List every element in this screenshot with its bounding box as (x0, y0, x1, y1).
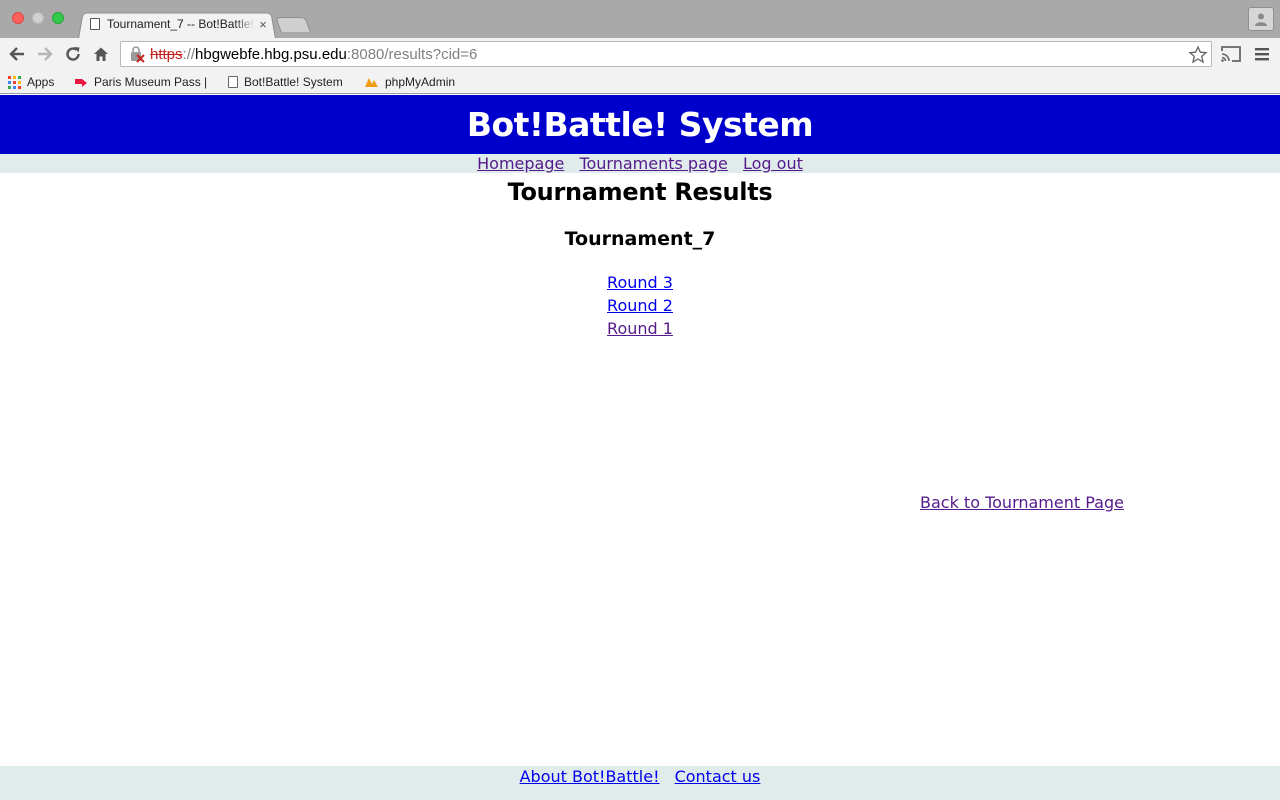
forward-button[interactable] (33, 42, 57, 66)
url-path: :8080/results?cid=6 (346, 45, 478, 63)
page-title: Tournament Results (507, 178, 773, 206)
tab-title: Tournament_7 -- Bot!Battle! System (107, 17, 256, 31)
phpmyadmin-icon (365, 78, 378, 87)
contact-link[interactable]: Contact us (675, 767, 761, 786)
browser-tab[interactable]: Tournament_7 -- Bot!Battle! System × (88, 12, 270, 36)
nav-tournaments-link[interactable]: Tournaments page (579, 154, 727, 173)
window-minimize-button[interactable] (32, 12, 44, 24)
arrow-left-icon (9, 47, 24, 61)
bookmark-label: Bot!Battle! System (244, 75, 343, 89)
window-maximize-button[interactable] (52, 12, 64, 24)
broken-lock-icon (131, 46, 145, 63)
bookmark-label: phpMyAdmin (385, 75, 456, 89)
url-host: hbgwebfe.hbg.psu.edu (195, 45, 347, 63)
url-separator: :// (182, 45, 196, 63)
profile-button[interactable] (1248, 7, 1274, 31)
bookmark-botbattle-system[interactable]: Bot!Battle! System (228, 74, 343, 90)
bookmark-star-icon[interactable] (1188, 45, 1208, 65)
round-3-link[interactable]: Round 3 (600, 271, 680, 294)
page-icon (90, 18, 100, 30)
round-1-link[interactable]: Round 1 (600, 317, 680, 340)
bookmarks-bar: Apps Paris Museum Pass | Bot!Battle! Sys… (0, 70, 1280, 94)
round-2-link[interactable]: Round 2 (600, 294, 680, 317)
nav-logout-link[interactable]: Log out (743, 154, 803, 173)
browser-toolbar: https://hbgwebfe.hbg.psu.edu:8080/result… (0, 38, 1280, 70)
home-button[interactable] (89, 42, 113, 66)
url-scheme: https (150, 45, 183, 63)
bookmark-phpmyadmin[interactable]: phpMyAdmin (364, 74, 455, 90)
site-footer: About Bot!Battle! Contact us (0, 766, 1280, 800)
site-header: Bot!Battle! System (0, 95, 1280, 154)
arrow-right-icon (38, 47, 53, 61)
paris-museum-pass-icon (75, 79, 87, 87)
reload-button[interactable] (61, 42, 85, 66)
address-bar[interactable]: https://hbgwebfe.hbg.psu.edu:8080/result… (120, 41, 1212, 67)
menu-icon[interactable] (1254, 44, 1270, 64)
bookmark-paris-museum-pass[interactable]: Paris Museum Pass | (74, 74, 207, 90)
apps-grid-icon (8, 75, 21, 89)
back-to-tournament-link[interactable]: Back to Tournament Page (920, 493, 1124, 512)
bookmark-label: Apps (27, 75, 55, 89)
round-list: Round 3 Round 2 Round 1 (0, 271, 1280, 340)
tab-close-icon[interactable]: × (256, 17, 270, 32)
new-tab-button[interactable] (275, 17, 311, 32)
home-icon (94, 47, 108, 61)
back-button[interactable] (5, 42, 29, 66)
site-title: Bot!Battle! System (466, 105, 814, 144)
browser-titlebar: Tournament_7 -- Bot!Battle! System × (0, 0, 1280, 39)
site-nav: Homepage Tournaments page Log out (0, 154, 1280, 173)
page-icon (228, 76, 238, 88)
window-close-button[interactable] (12, 12, 24, 24)
tournament-name: Tournament_7 (564, 228, 716, 250)
nav-homepage-link[interactable]: Homepage (477, 154, 564, 173)
reload-icon (66, 47, 80, 61)
person-icon (1255, 13, 1267, 26)
bookmark-apps[interactable]: Apps (8, 74, 54, 90)
bookmark-label: Paris Museum Pass | (94, 75, 208, 89)
about-link[interactable]: About Bot!Battle! (520, 767, 660, 786)
cast-icon[interactable] (1220, 45, 1242, 63)
